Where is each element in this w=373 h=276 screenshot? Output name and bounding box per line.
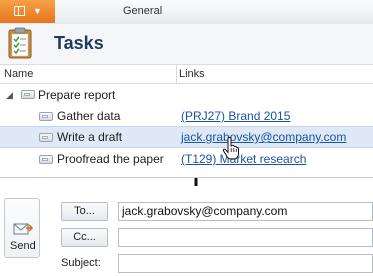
app-menu-button[interactable]: ▼ [0,0,56,23]
tab-general[interactable]: General [123,5,162,17]
clipboard-icon [8,27,32,59]
task-name: Write a draft [57,130,123,144]
subject-field[interactable] [118,254,373,273]
chevron-down-icon: ▼ [33,6,42,16]
task-icon [39,133,53,142]
task-link[interactable]: jack.grabovsky@company.com [181,130,346,144]
tab-placeholder[interactable] [55,0,120,23]
to-button[interactable]: To... [61,202,108,221]
window-icon [14,6,25,16]
subject-label: Subject: [61,257,101,269]
task-icon [39,112,53,121]
cc-button[interactable]: Cc... [61,228,108,247]
task-link[interactable]: (PRJ27) Brand 2015 [181,109,290,123]
task-icon [21,90,35,99]
task-name: Proofread the paper [57,152,164,166]
page-title: Tasks [54,33,104,53]
panel-splitter[interactable] [0,177,373,178]
cc-button-label: Cc... [73,231,96,243]
send-envelope-icon [13,223,33,235]
column-divider[interactable] [176,65,177,83]
column-header-name[interactable]: Name [4,68,33,80]
task-link[interactable]: (T129) Market research [181,152,306,166]
collapse-icon[interactable]: ◢ [6,90,13,101]
task-name: Prepare report [38,88,116,102]
task-icon [39,155,53,164]
cc-field[interactable] [118,228,373,247]
send-label: Send [10,240,36,252]
to-field[interactable]: jack.grabovsky@company.com [118,202,373,221]
task-name: Gather data [57,109,121,123]
column-header-links[interactable]: Links [179,68,205,80]
hand-cursor-icon [222,137,239,160]
to-button-label: To... [74,205,95,217]
